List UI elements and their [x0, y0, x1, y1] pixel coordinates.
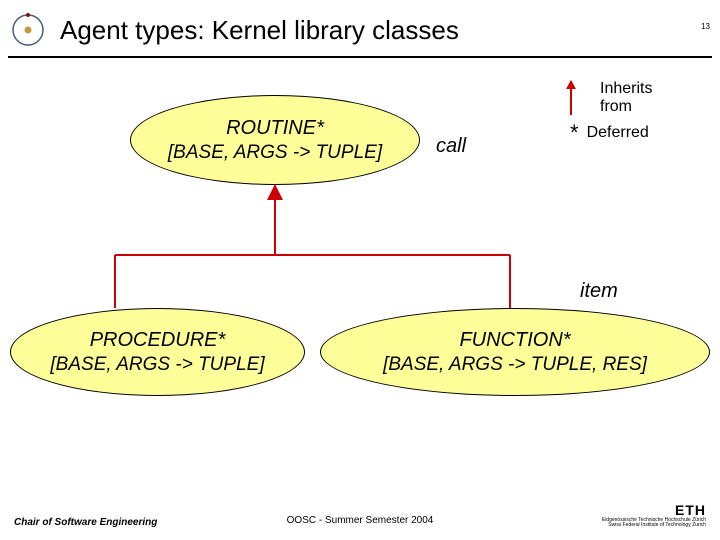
- inherits-arrow-icon: [570, 81, 590, 115]
- legend-inherits-label: Inherits from: [600, 80, 652, 116]
- function-name: FUNCTION*: [459, 327, 570, 353]
- page-number: 13: [701, 22, 710, 31]
- class-procedure: PROCEDURE* [BASE, ARGS -> TUPLE]: [10, 308, 305, 396]
- asterisk-icon: *: [570, 120, 579, 146]
- class-routine: ROUTINE* [BASE, ARGS -> TUPLE]: [130, 95, 420, 185]
- eth-subtitle: Eidgenössische Technische Hochschule Zür…: [602, 518, 706, 528]
- eth-logo-text: ETH: [602, 502, 706, 518]
- page-title: Agent types: Kernel library classes: [60, 15, 459, 46]
- title-bar: Agent types: Kernel library classes: [8, 12, 712, 58]
- legend-deferred-label: Deferred: [587, 124, 649, 142]
- footer-eth: ETH Eidgenössische Technische Hochschule…: [602, 502, 706, 528]
- legend-deferred: * Deferred: [570, 120, 700, 146]
- procedure-name: PROCEDURE*: [90, 327, 226, 353]
- footer-chair: Chair of Software Engineering: [14, 517, 157, 528]
- routine-feature-call: call: [436, 135, 466, 158]
- routine-params: [BASE, ARGS -> TUPLE]: [168, 141, 382, 166]
- logo-icon: [10, 12, 46, 48]
- procedure-params: [BASE, ARGS -> TUPLE]: [50, 353, 264, 378]
- legend: Inherits from * Deferred: [570, 80, 700, 150]
- routine-name: ROUTINE*: [226, 115, 324, 141]
- class-function: FUNCTION* [BASE, ARGS -> TUPLE, RES]: [320, 308, 710, 396]
- function-feature-item: item: [580, 280, 618, 303]
- footer-course: OOSC - Summer Semester 2004: [287, 515, 434, 526]
- function-params: [BASE, ARGS -> TUPLE, RES]: [383, 353, 647, 378]
- slide: Agent types: Kernel library classes 13 I…: [0, 0, 720, 540]
- legend-inherits: Inherits from: [570, 80, 700, 116]
